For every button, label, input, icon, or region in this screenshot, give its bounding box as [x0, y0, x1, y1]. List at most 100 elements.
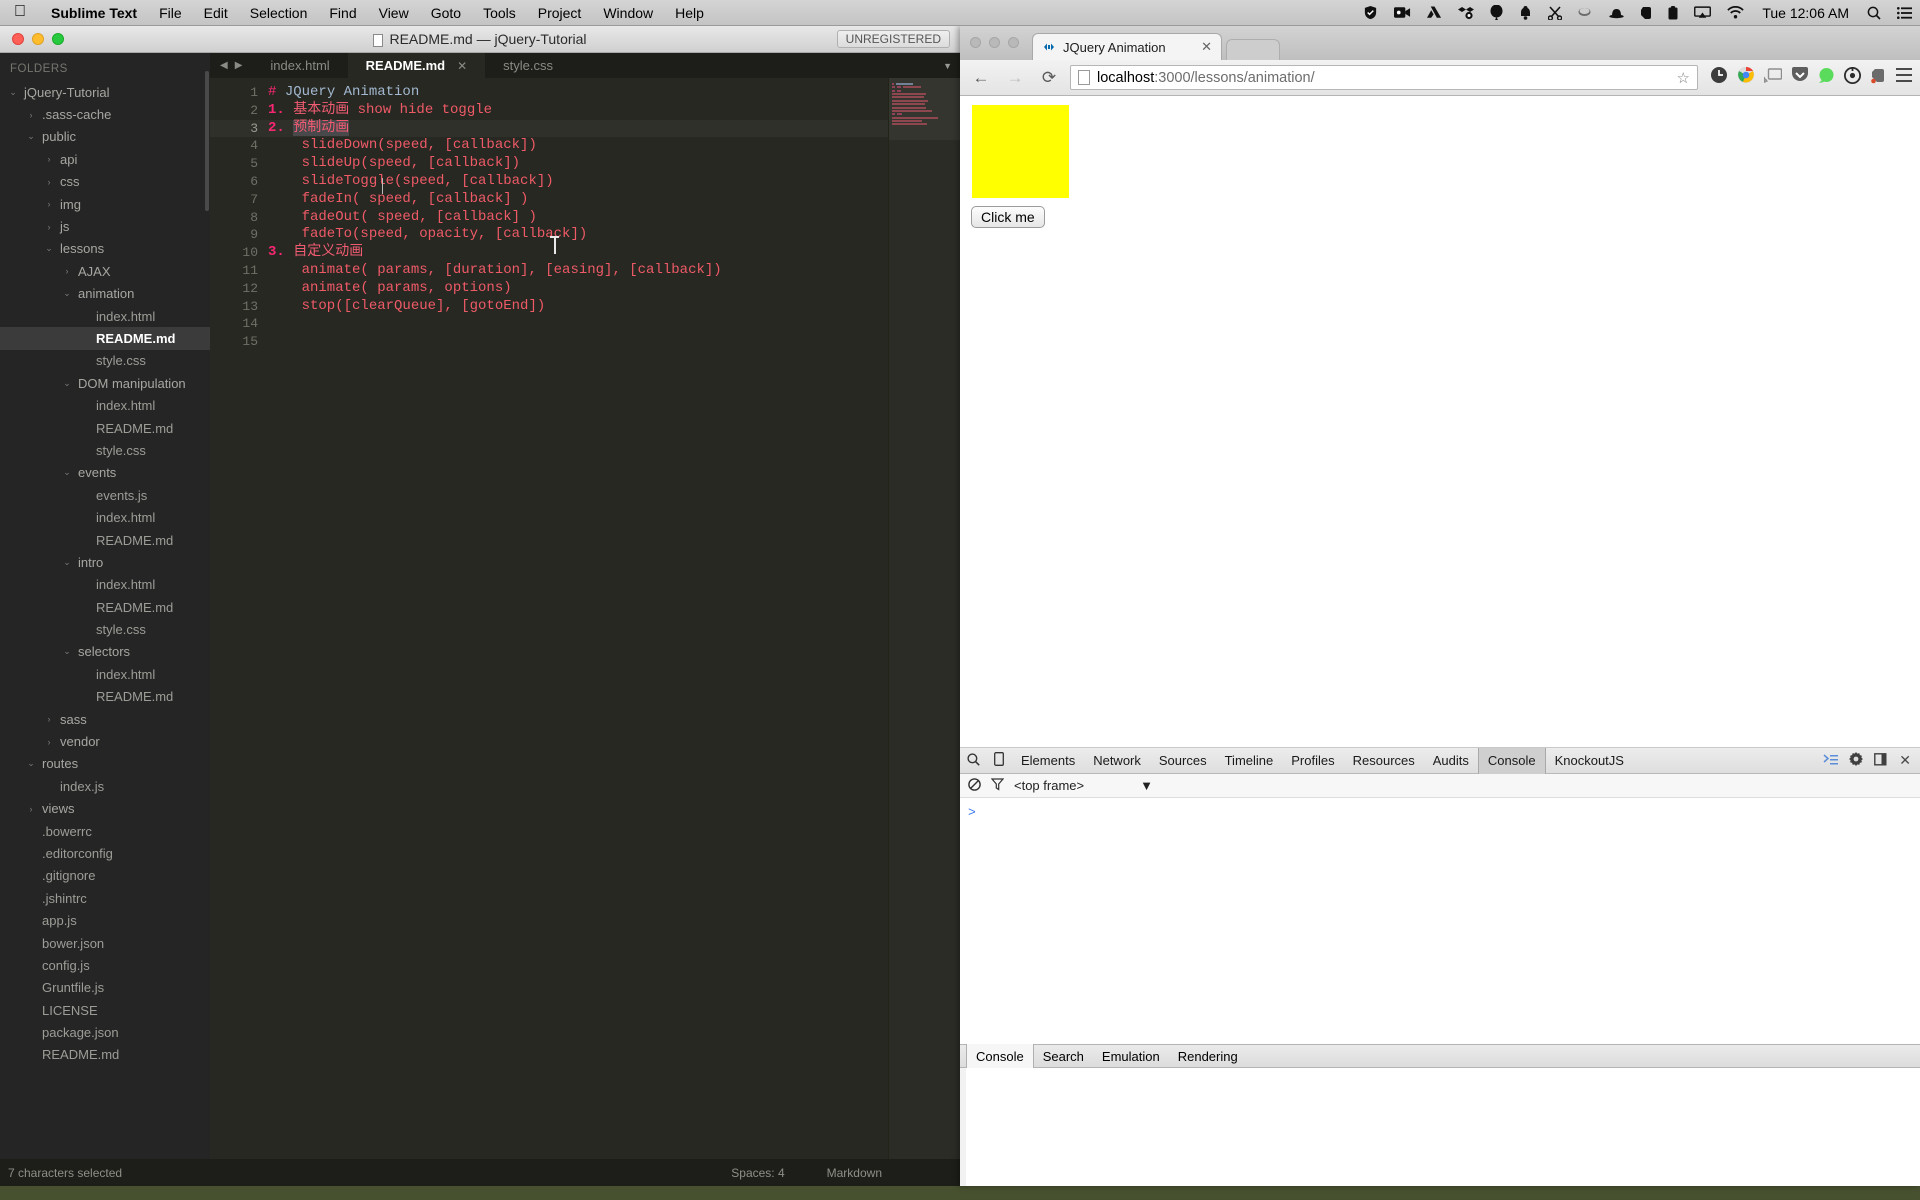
chrome-logo-icon[interactable]	[1737, 66, 1755, 89]
sidebar-file-style-css[interactable]: style.css	[0, 439, 210, 461]
status-syntax[interactable]: Markdown	[827, 1166, 882, 1180]
sidebar-folder-dom-manipulation[interactable]: ⌄ DOM manipulation	[0, 372, 210, 394]
code-line[interactable]: slideToggle(speed, [callback])	[268, 173, 960, 191]
drawer-tab-emulation[interactable]: Emulation	[1093, 1044, 1169, 1068]
chevron-right-icon[interactable]: ›	[60, 266, 74, 276]
sidebar-file-readme-md[interactable]: README.md	[0, 1044, 210, 1066]
console-toggle-icon[interactable]	[1823, 753, 1839, 769]
devtools-tab-console[interactable]: Console	[1477, 747, 1546, 774]
menu-edit[interactable]: Edit	[193, 5, 239, 21]
menu-goto[interactable]: Goto	[420, 5, 472, 21]
code-line[interactable]: fadeTo(speed, opacity, [callback])	[268, 226, 960, 244]
menu-find[interactable]: Find	[318, 5, 367, 21]
sidebar-file-bower-json[interactable]: bower.json	[0, 932, 210, 954]
dropbox-sync-icon[interactable]	[1450, 6, 1482, 20]
sidebar-file-events-js[interactable]: events.js	[0, 484, 210, 506]
sidebar-folder-lessons[interactable]: ⌄ lessons	[0, 238, 210, 260]
close-icon[interactable]: ✕	[1899, 752, 1911, 769]
code-content[interactable]: # JQuery Animation 1. 基本动画 show hide togg…	[268, 84, 960, 351]
minimap-viewport[interactable]	[889, 78, 960, 140]
code-line[interactable]: animate( params, options)	[268, 280, 960, 298]
browser-tab-jquery-animation[interactable]: JQuery Animation ✕	[1032, 33, 1222, 60]
code-line[interactable]: 3. 自定义动画	[268, 244, 960, 262]
sidebar-file-app-js[interactable]: app.js	[0, 909, 210, 931]
chevron-right-icon[interactable]: ›	[24, 110, 38, 120]
star-icon[interactable]: ☆	[1677, 69, 1690, 87]
device-toggle-icon[interactable]	[986, 752, 1012, 769]
sidebar-scrollbar[interactable]	[205, 71, 209, 211]
chevron-down-icon[interactable]: ⌄	[60, 378, 74, 389]
console-output-area[interactable]: >	[960, 798, 1920, 1044]
sidebar-folder-ajax[interactable]: › AJAX	[0, 260, 210, 282]
chevron-right-icon[interactable]: ›	[42, 737, 56, 747]
sidebar-file-readme-md[interactable]: README.md	[0, 596, 210, 618]
sidebar-file-index-html[interactable]: index.html	[0, 506, 210, 528]
code-line[interactable]: stop([clearQueue], [gotoEnd])	[268, 298, 960, 316]
search-icon[interactable]	[1859, 6, 1889, 20]
evernote-icon[interactable]	[1632, 6, 1660, 20]
arrow-left-icon[interactable]: ←	[968, 65, 994, 91]
sidebar-folder-jquery-tutorial[interactable]: ⌄ jQuery-Tutorial	[0, 81, 210, 103]
menu-tools[interactable]: Tools	[472, 5, 527, 21]
devtools-tab-network[interactable]: Network	[1084, 748, 1150, 774]
chevron-down-icon[interactable]: ⌄	[60, 557, 74, 568]
chevron-down-icon[interactable]: ⌄	[24, 131, 38, 142]
status-indent[interactable]: Spaces: 4	[731, 1166, 784, 1180]
web-page-viewport[interactable]: Click me	[960, 96, 1920, 748]
sidebar-folder-views[interactable]: › views	[0, 798, 210, 820]
minimize-window-button[interactable]	[989, 37, 1000, 48]
gear-icon[interactable]	[1849, 752, 1864, 769]
sidebar-folder-api[interactable]: › api	[0, 148, 210, 170]
drawer-tab-search[interactable]: Search	[1034, 1044, 1093, 1068]
console-prompt[interactable]: >	[968, 805, 976, 820]
sidebar-file-readme-md[interactable]: README.md	[0, 686, 210, 708]
history-clock-icon[interactable]	[1710, 66, 1728, 89]
close-window-button[interactable]	[970, 37, 981, 48]
chevron-down-icon[interactable]: ⌄	[60, 467, 74, 478]
devtools-tab-profiles[interactable]: Profiles	[1282, 748, 1343, 774]
hamburger-menu-icon[interactable]	[1896, 68, 1912, 87]
sidebar-folder-intro[interactable]: ⌄ intro	[0, 551, 210, 573]
click-me-button[interactable]: Click me	[971, 206, 1045, 228]
drawer-content[interactable]	[966, 1068, 1920, 1186]
close-icon[interactable]: ✕	[457, 59, 467, 73]
airplay-icon[interactable]	[1686, 6, 1719, 19]
sidebar-folder-sass[interactable]: › sass	[0, 708, 210, 730]
clipboard-icon[interactable]	[1660, 5, 1686, 20]
code-line[interactable]: 2. 预制动画	[268, 119, 960, 138]
sidebar-folder-events[interactable]: ⌄ events	[0, 462, 210, 484]
code-line[interactable]	[268, 315, 960, 333]
sidebar-file-index-html[interactable]: index.html	[0, 394, 210, 416]
apple-icon[interactable]: 	[0, 3, 40, 20]
devtools-tab-audits[interactable]: Audits	[1424, 748, 1478, 774]
sidebar-folder-js[interactable]: › js	[0, 215, 210, 237]
editor-tab-readme-md[interactable]: README.md ✕	[347, 53, 486, 78]
chevron-down-icon[interactable]: ⌄	[24, 758, 38, 769]
sidebar-folder-animation[interactable]: ⌄ animation	[0, 283, 210, 305]
devtools-tab-knockoutjs[interactable]: KnockoutJS	[1546, 748, 1633, 774]
clear-console-icon[interactable]	[968, 777, 981, 794]
code-line[interactable]	[268, 333, 960, 351]
sidebar-folder--sass-cache[interactable]: › .sass-cache	[0, 103, 210, 125]
devtools-tab-elements[interactable]: Elements	[1012, 748, 1084, 774]
menu-file[interactable]: File	[148, 5, 193, 21]
arrow-right-icon[interactable]: →	[1002, 65, 1028, 91]
code-editor-area[interactable]: 1 2 3 4 5 6 7 8 9 10 11 12 13 14 15 # JQuery Animation…	[210, 78, 960, 1160]
cast-icon[interactable]	[1763, 67, 1783, 88]
sync-circle-icon[interactable]	[1844, 66, 1861, 89]
shield-check-icon[interactable]	[1355, 5, 1386, 20]
sidebar-file-package-json[interactable]: package.json	[0, 1021, 210, 1043]
sidebar-file-tree[interactable]: ⌄ jQuery-Tutorial › .sass-cache ⌄ public › api ›…	[0, 81, 210, 1066]
chevron-down-icon[interactable]: ⌄	[60, 288, 74, 299]
chevron-right-icon[interactable]: ›	[42, 222, 56, 232]
drawer-tab-console[interactable]: Console	[966, 1044, 1034, 1068]
devtools-tab-timeline[interactable]: Timeline	[1216, 748, 1283, 774]
sidebar-file-license[interactable]: LICENSE	[0, 999, 210, 1021]
pocket-icon[interactable]	[1791, 66, 1809, 89]
menu-view[interactable]: View	[368, 5, 420, 21]
sidebar-file--bowerrc[interactable]: .bowerrc	[0, 820, 210, 842]
chevron-right-icon[interactable]: ›	[24, 804, 38, 814]
arrow-left-icon[interactable]: ◀	[220, 60, 228, 71]
code-line[interactable]: slideUp(speed, [callback])	[268, 155, 960, 173]
sidebar-file--editorconfig[interactable]: .editorconfig	[0, 842, 210, 864]
